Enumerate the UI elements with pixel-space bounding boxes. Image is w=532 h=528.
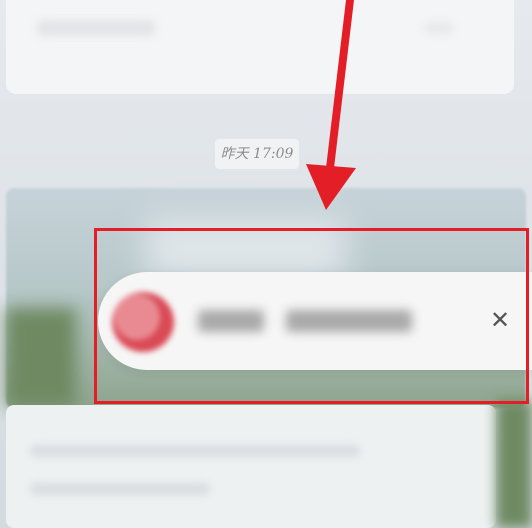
annotation-highlight-box: [94, 228, 529, 404]
chat-message-card[interactable]: [6, 0, 514, 94]
blurred-text: [30, 483, 210, 495]
chat-message-card[interactable]: [6, 405, 496, 528]
blurred-text: [424, 22, 454, 34]
photo-foliage: [6, 308, 76, 408]
background-foliage: [496, 400, 532, 528]
chat-screen: 昨天 17:09 ✕: [0, 0, 532, 528]
blurred-text: [30, 445, 360, 457]
blurred-text: [36, 20, 156, 36]
message-timestamp: 昨天 17:09: [215, 139, 299, 169]
